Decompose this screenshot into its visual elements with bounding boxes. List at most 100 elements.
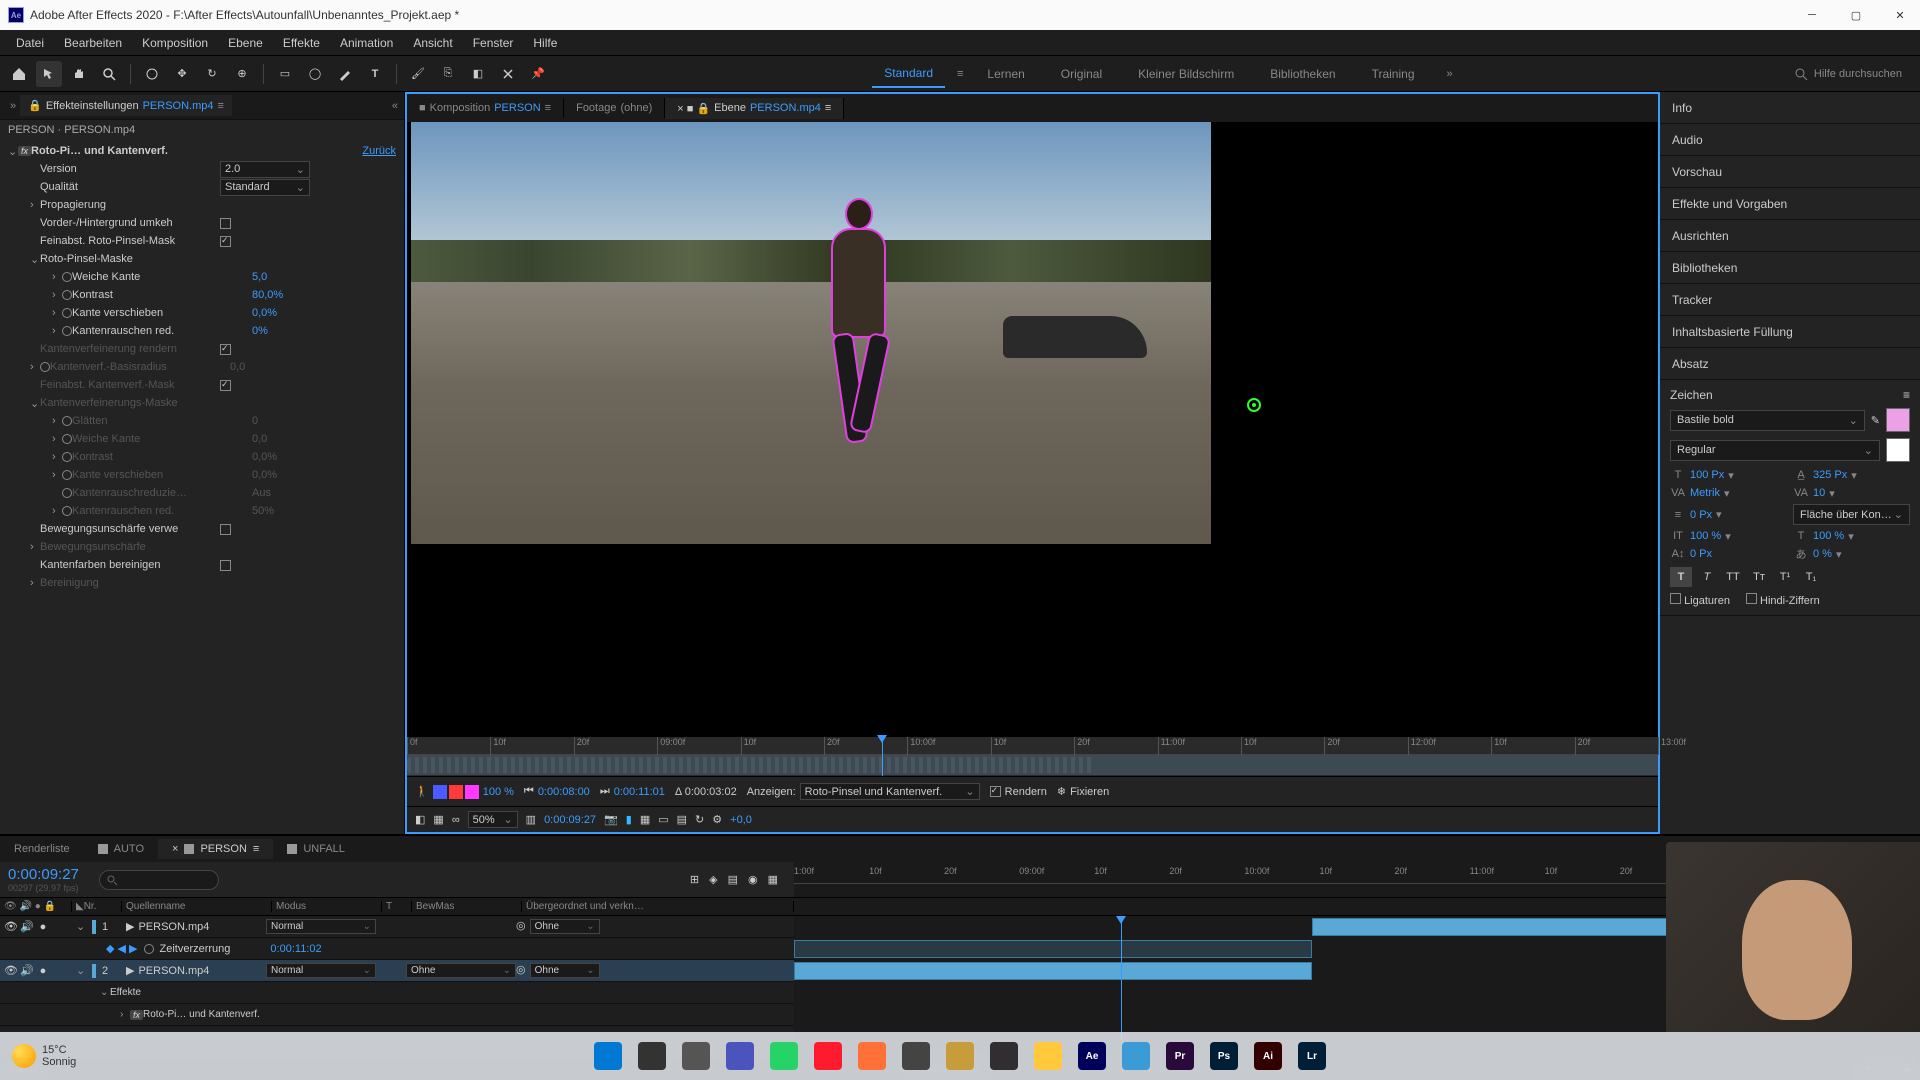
ligatures-check[interactable]: Ligaturen xyxy=(1670,593,1730,607)
panel-vorschau[interactable]: Vorschau xyxy=(1660,156,1920,188)
trkmat-dropdown[interactable]: Ohne xyxy=(406,963,516,978)
help-search[interactable]: Hilfe durchsuchen xyxy=(1782,67,1914,81)
res-icon[interactable]: ▥ xyxy=(526,813,536,826)
smallcaps-button[interactable]: Tт xyxy=(1748,567,1770,587)
taskbar-app-explorer[interactable] xyxy=(1028,1036,1068,1076)
overlay-percent[interactable]: 100 % xyxy=(483,786,514,798)
kerning-value[interactable]: Metrik xyxy=(1690,487,1720,499)
zoom-dropdown[interactable]: 50% xyxy=(468,811,518,828)
workspace-standard[interactable]: Standard xyxy=(872,60,945,88)
timewarp-value[interactable]: 0:00:11:02 xyxy=(270,943,321,955)
home-tool[interactable] xyxy=(6,61,32,87)
ruler-icon[interactable]: ▤ xyxy=(677,813,687,826)
taskbar-app-start[interactable] xyxy=(588,1036,628,1076)
taskbar-app-pr[interactable]: Pr xyxy=(1160,1036,1200,1076)
stroke-width-value[interactable]: 0 Px xyxy=(1690,509,1712,521)
panel-ausrichten[interactable]: Ausrichten xyxy=(1660,220,1920,252)
effect-controls-tab[interactable]: 🔒 Effekteinstellungen PERSON.mp4 ≡ xyxy=(20,95,232,116)
roto-span-bar[interactable] xyxy=(407,757,1095,773)
stroke-mode-dropdown[interactable]: Fläche über Kon… xyxy=(1793,504,1910,525)
range-out[interactable]: 0:00:11:01 xyxy=(614,786,665,798)
workspace-bibliotheken[interactable]: Bibliotheken xyxy=(1258,61,1347,87)
brush-tool[interactable]: 🖌 xyxy=(405,61,431,87)
feather-value[interactable]: 5,0 xyxy=(252,271,267,283)
panel-chevron-icon[interactable]: » xyxy=(6,100,20,112)
maximize-button[interactable]: ▢ xyxy=(1844,3,1868,27)
taskbar-app-teams[interactable] xyxy=(720,1036,760,1076)
mode-dropdown[interactable]: Normal xyxy=(266,963,376,978)
text-tool[interactable]: T xyxy=(362,61,388,87)
menu-animation[interactable]: Animation xyxy=(330,32,403,54)
exposure-value[interactable]: +0,0 xyxy=(730,814,752,826)
timewarp-bar[interactable] xyxy=(794,940,1312,958)
stopwatch-icon[interactable] xyxy=(62,272,72,282)
alpha-swatch[interactable] xyxy=(433,785,447,799)
panel-info[interactable]: Info xyxy=(1660,92,1920,124)
menu-datei[interactable]: Datei xyxy=(6,32,54,54)
layer-playhead[interactable] xyxy=(882,737,883,776)
hscale-value[interactable]: 100 % xyxy=(1813,530,1844,542)
shift-value[interactable]: 0,0% xyxy=(252,307,277,319)
font-style-dropdown[interactable]: Regular xyxy=(1670,440,1880,461)
tl-icon-2[interactable]: ◈ xyxy=(709,873,717,886)
taskbar-app-opera[interactable] xyxy=(808,1036,848,1076)
reset-link[interactable]: Zurück xyxy=(362,145,396,157)
viewer-time[interactable]: 0:00:09:27 xyxy=(544,814,596,826)
menu-ansicht[interactable]: Ansicht xyxy=(403,32,462,54)
eye-icon[interactable]: 👁 xyxy=(4,964,18,978)
render-checkbox[interactable] xyxy=(990,786,1001,797)
quality-dropdown[interactable]: Standard xyxy=(220,179,310,196)
stopwatch-icon[interactable] xyxy=(62,308,72,318)
layer-row-1[interactable]: 👁🔊● ⌄1 ▶ PERSON.mp4 Normal ◎ Ohne xyxy=(0,916,794,938)
taskbar-app-search[interactable] xyxy=(632,1036,672,1076)
expand-toggle[interactable]: ⌄ xyxy=(8,145,18,158)
viewer-tab-comp[interactable]: ■ Komposition PERSON ≡ xyxy=(407,98,564,118)
close-button[interactable]: ✕ xyxy=(1888,3,1912,27)
guides-icon[interactable]: ▭ xyxy=(658,813,668,826)
taskbar-app-app2[interactable] xyxy=(940,1036,980,1076)
shape-ellipse-tool[interactable]: ◯ xyxy=(302,61,328,87)
puppet-tool[interactable]: 📌 xyxy=(525,61,551,87)
tab-renderliste[interactable]: Renderliste xyxy=(0,839,84,859)
taskbar-app-obs[interactable] xyxy=(984,1036,1024,1076)
show-dropdown[interactable]: Roto-Pinsel und Kantenverf. xyxy=(800,783,980,800)
italic-button[interactable]: T xyxy=(1696,567,1718,587)
prop-propagation[interactable]: Propagierung xyxy=(40,199,220,211)
selection-tool[interactable] xyxy=(36,61,62,87)
workspace-overflow[interactable]: » xyxy=(1439,68,1461,80)
tab-person[interactable]: × PERSON ≡ xyxy=(158,839,273,859)
stopwatch-icon[interactable] xyxy=(144,944,154,954)
layer-time-ruler[interactable]: 0f10f20f09:00f10f20f10:00f10f20f11:00f10… xyxy=(407,736,1658,776)
layer-row-timewarp[interactable]: ◆ ◀ ▶ Zeitverzerrung 0:00:11:02 xyxy=(0,938,794,960)
taskbar-app-ai[interactable]: Ai xyxy=(1248,1036,1288,1076)
version-dropdown[interactable]: 2.0 xyxy=(220,161,310,178)
panel-content-fill[interactable]: Inhaltsbasierte Füllung xyxy=(1660,316,1920,348)
fine-roto-checkbox[interactable] xyxy=(220,236,231,247)
tracking-value[interactable]: 10 xyxy=(1813,487,1825,499)
allcaps-button[interactable]: TT xyxy=(1722,567,1744,587)
roto-mask-group[interactable]: Roto-Pinsel-Maske xyxy=(40,253,220,265)
mode-dropdown[interactable]: Normal xyxy=(266,919,376,934)
workspace-lernen[interactable]: Lernen xyxy=(975,61,1036,87)
clone-tool[interactable]: ⎘ xyxy=(435,61,461,87)
layer-effect-roto[interactable]: › fx Roto-Pi… und Kantenverf. xyxy=(0,1004,794,1026)
zoom-tool[interactable] xyxy=(96,61,122,87)
noise-value[interactable]: 0% xyxy=(252,325,268,337)
tl-icon-1[interactable]: ⊞ xyxy=(690,873,699,886)
panel-menu-icon[interactable]: ≡ xyxy=(1903,388,1910,402)
eyedropper-icon[interactable]: ✎ xyxy=(1871,414,1880,427)
taskbar-app-taskview[interactable] xyxy=(676,1036,716,1076)
freeze-icon[interactable]: ❄ xyxy=(1057,785,1066,798)
refresh-icon[interactable]: ↻ xyxy=(695,813,704,826)
viewer-tab-layer[interactable]: × ■ 🔒 Ebene PERSON.mp4 ≡ xyxy=(665,98,844,119)
snapshot-icon[interactable]: 📷 xyxy=(604,813,618,826)
bold-button[interactable]: T xyxy=(1670,567,1692,587)
rotation-tool[interactable]: ↻ xyxy=(199,61,225,87)
panel-effekte[interactable]: Effekte und Vorgaben xyxy=(1660,188,1920,220)
taskbar-app-firefox[interactable] xyxy=(852,1036,892,1076)
menu-ebene[interactable]: Ebene xyxy=(218,32,273,54)
anchor-tool[interactable]: ⊕ xyxy=(229,61,255,87)
effect-name[interactable]: Roto-Pi… und Kantenverf. xyxy=(31,145,362,157)
grid-icon[interactable]: ▦ xyxy=(640,813,650,826)
tab-auto[interactable]: AUTO xyxy=(84,839,158,859)
